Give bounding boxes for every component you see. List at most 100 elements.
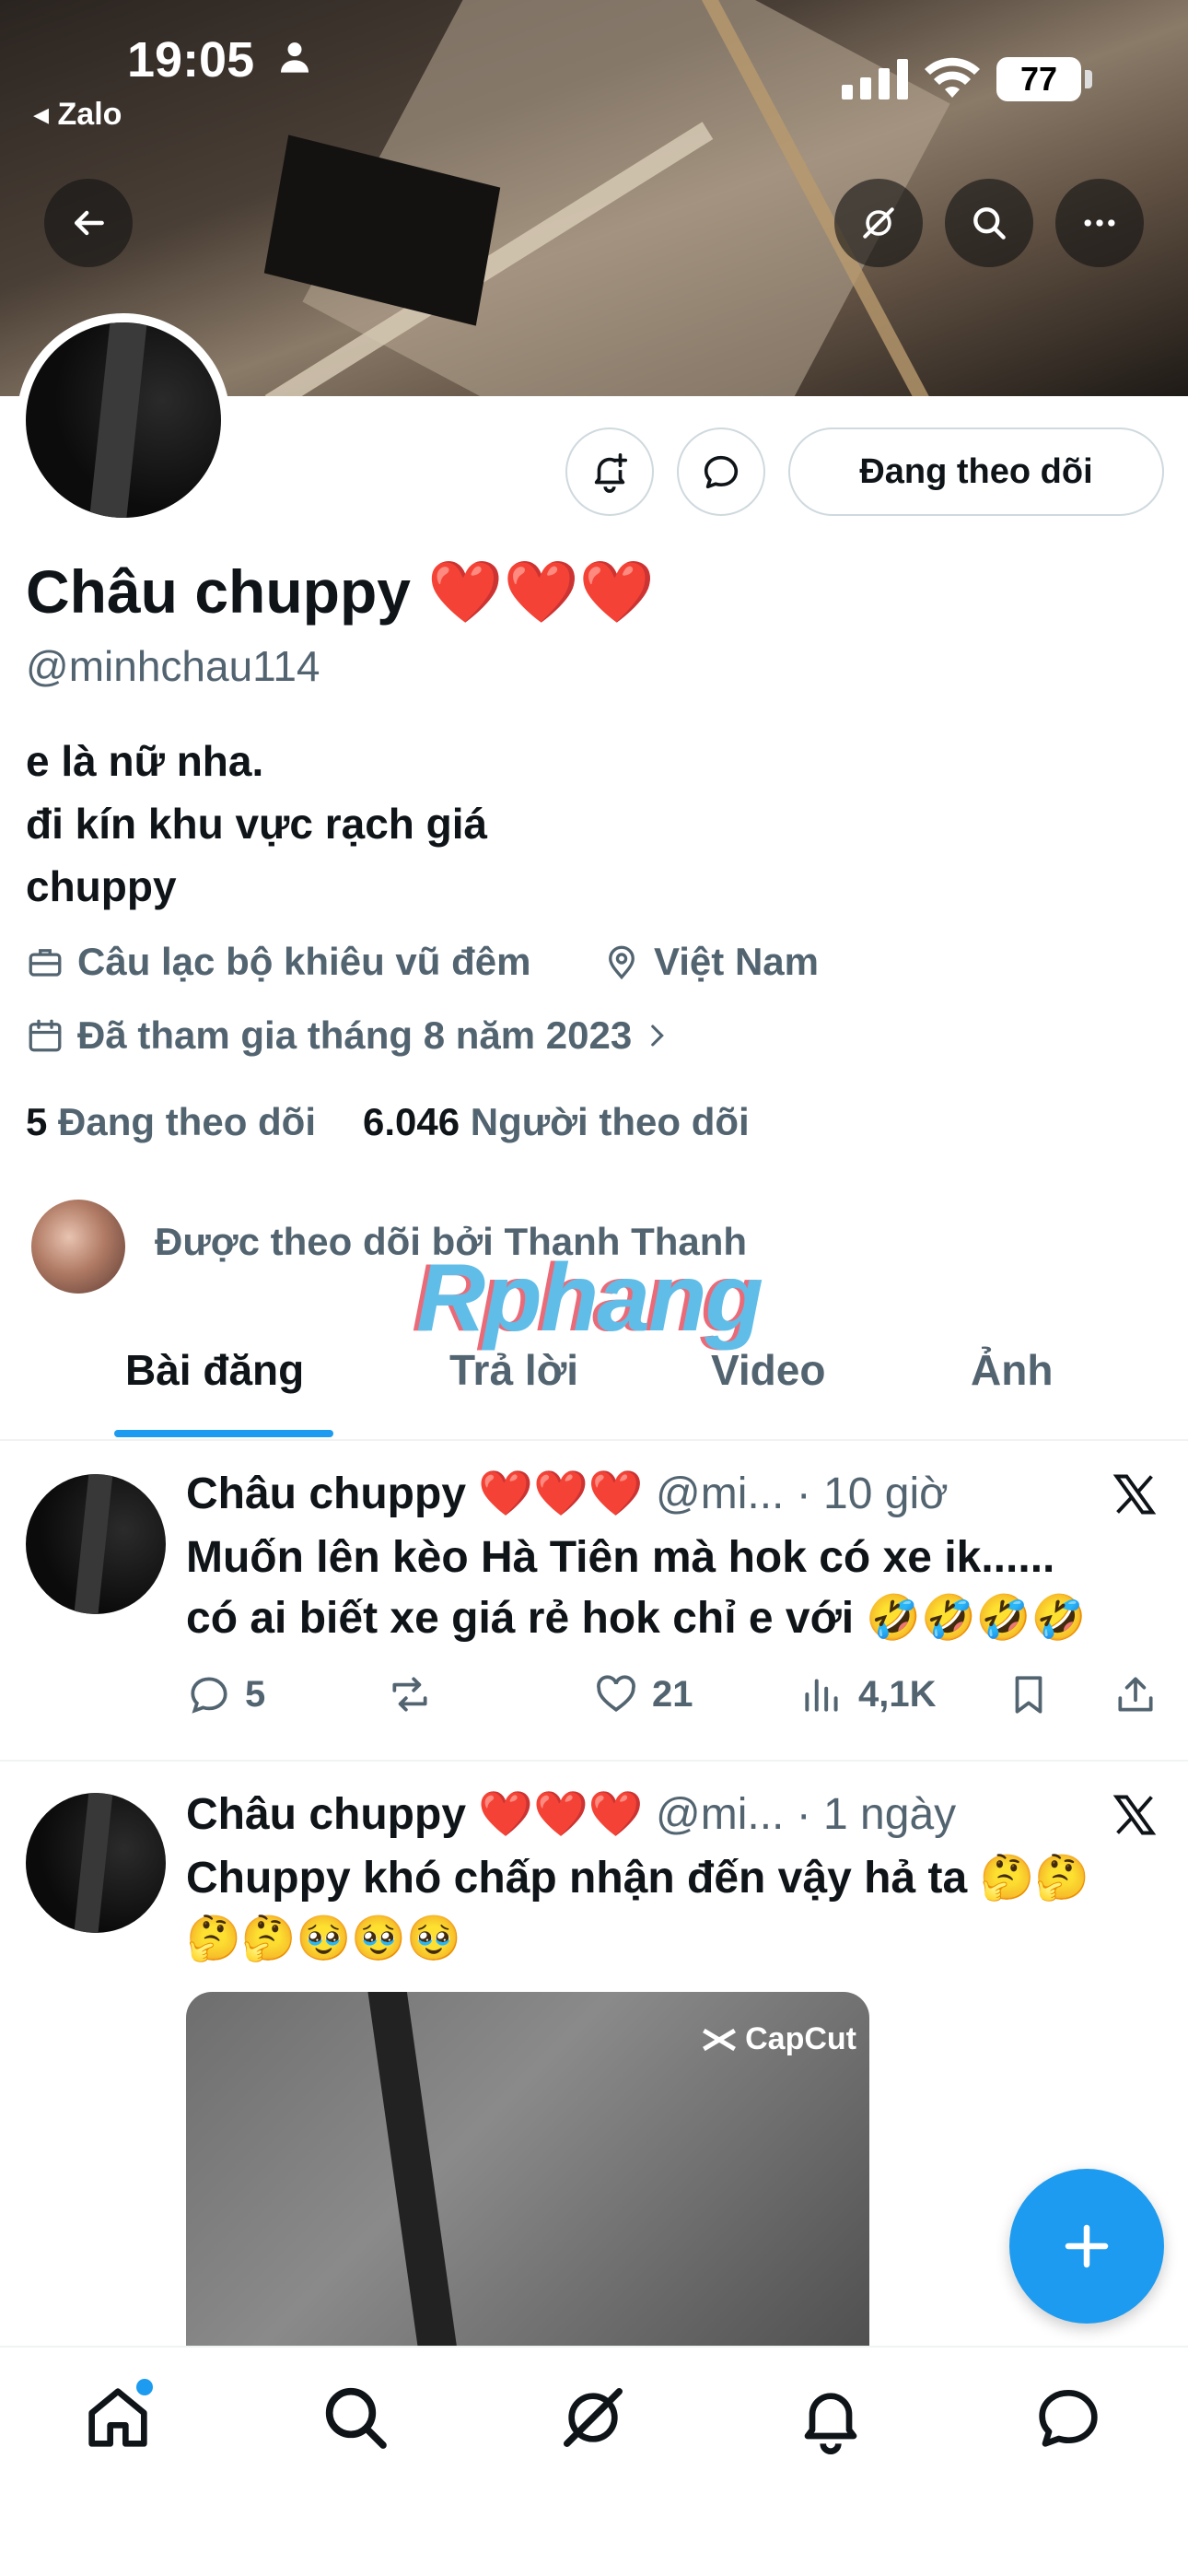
post-header: Châu chuppy ❤️❤️❤️ @mi... · 10 giờ — [186, 1467, 949, 1519]
active-tab-indicator — [114, 1430, 333, 1437]
followers-count: 6.046 — [363, 1100, 460, 1143]
share-icon — [1118, 1677, 1153, 1712]
post-text-line: có ai biết xe giá rẻ hok chỉ e với 🤣🤣🤣🤣 — [186, 1594, 1087, 1643]
battery-cap — [1085, 70, 1092, 88]
status-time: 19:05 — [127, 32, 255, 88]
reply-action[interactable]: 5 — [186, 1671, 265, 1717]
post-text-line: Muốn lên kèo Hà Tiên mà hok có xe ik....… — [186, 1533, 1055, 1582]
like-count: 21 — [652, 1673, 693, 1715]
heart-icon — [597, 1675, 635, 1712]
battery-level: 77 — [1019, 60, 1058, 98]
watermark-logo: Rphang — [416, 1245, 763, 1352]
bell-plus-icon — [594, 452, 628, 493]
search-icon — [973, 207, 1006, 240]
more-options-button[interactable] — [1055, 179, 1144, 267]
profile-handle: @minhchau114 — [26, 642, 320, 690]
category-label: Câu lạc bộ khiêu vũ đêm — [77, 940, 531, 983]
share-action[interactable] — [1112, 1671, 1171, 1717]
post-handle-time: @mi... · 1 ngày — [655, 1790, 957, 1839]
bookmark-icon — [1015, 1676, 1042, 1714]
repost-icon — [392, 1677, 427, 1712]
grok-button[interactable] — [834, 179, 923, 267]
grok-icon — [564, 2388, 623, 2447]
post-text-line: 🤔🤔🥹🥹🥹 — [186, 1914, 461, 1963]
back-to-app-label[interactable]: ◂ Zalo — [33, 96, 122, 133]
tab-video[interactable]: Video — [711, 1345, 825, 1395]
tab-photos[interactable]: Ảnh — [971, 1345, 1053, 1395]
bio-line: đi kín khu vực rạch giá — [26, 800, 488, 848]
grok-icon — [863, 207, 894, 239]
mutual-follower-avatar[interactable] — [29, 1198, 127, 1295]
bio-line: e là nữ nha. — [26, 737, 264, 785]
profile-name: Châu chuppy ❤️❤️❤️ — [26, 557, 655, 626]
post-header: Châu chuppy ❤️❤️❤️ @mi... · 1 ngày — [186, 1787, 956, 1840]
reply-count: 5 — [245, 1673, 266, 1715]
post-author-name[interactable]: Châu chuppy ❤️❤️❤️ — [186, 1790, 644, 1839]
nav-notifications[interactable] — [794, 2381, 868, 2454]
profile-joined-date[interactable]: Đã tham gia tháng 8 năm 2023 — [26, 1013, 685, 1058]
post-text: Chuppy khó chấp nhận đến vậy hả ta 🤔🤔 🤔🤔… — [186, 1848, 1162, 1970]
x-logo-icon[interactable] — [1111, 1791, 1159, 1844]
briefcase-icon — [29, 949, 62, 977]
post-text-line: Chuppy khó chấp nhận đến vậy hả ta 🤔🤔 — [186, 1854, 1089, 1903]
capcut-icon — [703, 2028, 737, 2051]
calendar-icon — [29, 1019, 62, 1052]
wifi-icon — [925, 57, 980, 104]
battery-icon: 77 — [996, 57, 1081, 101]
person-icon — [276, 39, 313, 80]
home-notification-dot — [136, 2379, 153, 2395]
search-icon — [325, 2387, 387, 2449]
profile-avatar[interactable] — [17, 313, 230, 527]
chat-bubble-icon — [1039, 2390, 1098, 2447]
post-divider — [0, 1760, 1188, 1762]
like-action[interactable]: 21 — [593, 1671, 693, 1717]
capcut-label: CapCut — [745, 2021, 856, 2056]
chat-bubble-icon — [704, 455, 739, 489]
bio-line: chuppy — [26, 862, 177, 910]
profile-location: Việt Nam — [602, 940, 819, 984]
views-action[interactable]: 4,1K — [799, 1671, 937, 1717]
chevron-right-icon — [651, 1025, 665, 1047]
post-text: Muốn lên kèo Hà Tiên mà hok có xe ik....… — [186, 1528, 1162, 1649]
nav-grok[interactable] — [556, 2381, 630, 2454]
capcut-watermark: CapCut — [701, 2021, 856, 2057]
analytics-icon — [805, 1679, 838, 1712]
profile-bio: e là nữ nha. đi kín khu vực rạch giá chu… — [26, 730, 487, 918]
following-button[interactable]: Đang theo dõi — [788, 427, 1164, 516]
view-count: 4,1K — [858, 1673, 937, 1715]
message-button[interactable] — [677, 427, 765, 516]
compose-post-button[interactable] — [1009, 2169, 1164, 2324]
following-stat[interactable]: 5 Đang theo dõi — [26, 1100, 316, 1144]
reply-icon — [191, 1677, 227, 1714]
post-handle-time: @mi... · 10 giờ — [655, 1469, 949, 1518]
post-author-name[interactable]: Châu chuppy ❤️❤️❤️ — [186, 1469, 644, 1518]
back-button[interactable] — [44, 179, 133, 267]
bottom-navigation — [0, 2346, 1188, 2576]
nav-messages[interactable] — [1031, 2381, 1105, 2454]
tab-replies[interactable]: Trả lời — [449, 1345, 578, 1395]
search-button[interactable] — [945, 179, 1033, 267]
following-count: 5 — [26, 1100, 48, 1143]
notifications-subscribe-button[interactable] — [565, 427, 654, 516]
following-label: Đang theo dõi — [58, 1100, 317, 1143]
location-pin-icon — [609, 945, 635, 980]
nav-search[interactable] — [319, 2381, 392, 2454]
x-logo-icon[interactable] — [1111, 1470, 1159, 1523]
post-avatar[interactable] — [26, 1793, 166, 1933]
post-video-media[interactable]: CapCut — [186, 1992, 869, 2379]
arrow-left-icon — [74, 210, 104, 236]
followers-stat[interactable]: 6.046 Người theo dõi — [363, 1100, 750, 1144]
post-avatar[interactable] — [26, 1474, 166, 1614]
repost-action[interactable] — [387, 1671, 446, 1717]
profile-category: Câu lạc bộ khiêu vũ đêm — [26, 940, 530, 984]
more-dots-icon — [1084, 219, 1115, 227]
tab-posts[interactable]: Bài đăng — [125, 1345, 304, 1395]
tabs-divider — [0, 1439, 1188, 1441]
bell-icon — [804, 2393, 857, 2454]
joined-label: Đã tham gia tháng 8 năm 2023 — [77, 1013, 633, 1057]
plus-icon — [1065, 2224, 1109, 2268]
cellular-signal-icon — [842, 59, 908, 104]
followers-label: Người theo dõi — [470, 1100, 750, 1143]
location-label: Việt Nam — [654, 940, 819, 983]
bookmark-action[interactable] — [1006, 1671, 1065, 1717]
